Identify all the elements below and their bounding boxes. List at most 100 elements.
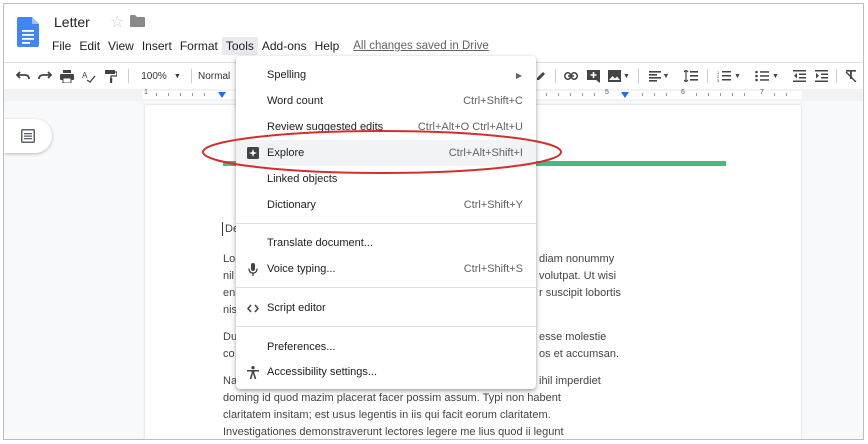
chevron-down-icon: ▼	[623, 72, 630, 80]
ruler-tick	[720, 93, 721, 96]
align-left-icon[interactable]: ▼	[646, 66, 672, 86]
ruler-number: 5	[605, 89, 609, 96]
menu-item-accessibility-settings[interactable]: Accessibility settings...	[236, 359, 536, 385]
paragraph-3-right: ihil imperdiet	[539, 373, 601, 390]
save-status-link[interactable]: All changes saved in Drive	[353, 40, 489, 52]
submenu-arrow-icon: ▶	[515, 70, 522, 80]
menu-item-shortcut: Ctrl+Shift+C	[463, 95, 523, 107]
menu-item-preferences[interactable]: Preferences...	[236, 334, 536, 360]
toolbar-divider	[128, 69, 129, 83]
indent-marker[interactable]	[218, 92, 226, 98]
menu-item-explore[interactable]: Explore Ctrl+Alt+Shift+I	[236, 140, 536, 166]
zoom-select[interactable]: 100% ▼	[138, 66, 184, 86]
menu-help[interactable]: Help	[311, 37, 344, 55]
menu-item-label: Linked objects	[267, 173, 338, 185]
ruler-tick	[666, 93, 667, 96]
link-icon[interactable]	[562, 66, 580, 86]
svg-text:3: 3	[717, 78, 720, 82]
text-cursor	[222, 222, 223, 236]
menu-item-label: Word count	[267, 95, 324, 107]
text-line: en	[223, 287, 236, 299]
ruler-tick	[570, 93, 571, 96]
ruler-number: 7	[760, 89, 764, 96]
toolbar-divider	[638, 69, 639, 83]
folder-icon[interactable]	[130, 15, 145, 27]
line-spacing-icon[interactable]	[682, 66, 700, 86]
chevron-down-icon: ▼	[734, 72, 741, 80]
ruler-tick	[642, 93, 643, 96]
add-comment-icon[interactable]	[584, 66, 602, 86]
decrease-indent-icon[interactable]	[790, 66, 808, 86]
spellcheck-icon[interactable]: A	[80, 66, 98, 86]
document-outline-button[interactable]	[4, 119, 52, 153]
menubar: File Edit View Insert Format Tools Add-o…	[48, 36, 489, 56]
google-docs-logo-icon[interactable]	[17, 17, 39, 47]
paragraph-2-right: esse molestie os et accumsan.	[539, 329, 619, 363]
paragraph-style-value: Normal	[198, 70, 231, 82]
chevron-down-icon: ▼	[173, 72, 181, 80]
menu-item-shortcut: Ctrl+Shift+Y	[463, 199, 523, 211]
menu-item-spelling[interactable]: Spelling ▶	[236, 62, 536, 88]
menu-item-dictionary[interactable]: Dictionary Ctrl+Shift+Y	[236, 192, 536, 218]
zoom-value: 100%	[141, 70, 167, 82]
document-title[interactable]: Letter	[54, 14, 90, 30]
paragraph-1: Lo nil en nis	[223, 251, 237, 319]
svg-text:A: A	[82, 71, 88, 80]
microphone-icon	[246, 262, 260, 276]
ruler-tick	[744, 93, 745, 96]
menu-edit[interactable]: Edit	[75, 37, 104, 55]
ruler-tick	[204, 93, 205, 96]
menu-item-voice-typing[interactable]: Voice typing... Ctrl+Shift+S	[236, 256, 536, 282]
ruler-tick	[582, 93, 583, 96]
pen-icon[interactable]	[534, 66, 548, 86]
ruler-tick	[696, 93, 697, 96]
ruler-number: 1	[144, 89, 148, 96]
menu-separator	[236, 326, 536, 327]
print-icon[interactable]	[58, 66, 76, 86]
app-window: Letter ☆ File Edit View Insert Format To…	[3, 3, 864, 440]
menu-insert[interactable]: Insert	[138, 37, 176, 55]
menu-view[interactable]: View	[104, 37, 138, 55]
clear-formatting-icon[interactable]	[842, 66, 860, 86]
right-indent-marker[interactable]	[621, 92, 629, 98]
menu-item-review-suggested-edits[interactable]: Review suggested edits Ctrl+Alt+O Ctrl+A…	[236, 114, 536, 140]
bulleted-list-icon[interactable]: ▼	[752, 66, 782, 86]
increase-indent-icon[interactable]	[812, 66, 830, 86]
text-line: doming id quod mazim placerat facer poss…	[223, 392, 561, 404]
text-line: os et accumsan.	[539, 348, 620, 360]
text-line: nil	[223, 270, 235, 282]
paragraph-style-select[interactable]: Normal	[198, 66, 236, 86]
menu-item-label: Preferences...	[267, 341, 336, 353]
menu-item-label: Accessibility settings...	[267, 366, 378, 378]
explore-icon	[246, 146, 260, 160]
redo-icon[interactable]	[36, 66, 54, 86]
menu-item-translate-document[interactable]: Translate document...	[236, 230, 536, 256]
paragraph-1-right: diam nonummy volutpat. Ut wisi r suscipi…	[539, 251, 621, 302]
numbered-list-icon[interactable]: 123 ▼	[714, 66, 744, 86]
menu-tools[interactable]: Tools	[221, 37, 258, 55]
insert-image-icon[interactable]: ▼	[606, 66, 632, 86]
menu-item-linked-objects[interactable]: Linked objects	[236, 166, 536, 192]
code-icon	[246, 301, 260, 315]
menu-item-script-editor[interactable]: Script editor	[236, 295, 536, 321]
menu-item-label: Voice typing...	[267, 263, 336, 275]
tools-menu: Spelling ▶ Word count Ctrl+Shift+C Revie…	[236, 56, 536, 389]
chevron-down-icon: ▼	[662, 72, 670, 80]
menu-item-word-count[interactable]: Word count Ctrl+Shift+C	[236, 88, 536, 114]
ruler-tick	[546, 93, 547, 96]
ruler-tick	[180, 93, 181, 96]
paint-format-icon[interactable]	[102, 66, 120, 86]
menu-separator	[236, 223, 536, 224]
menu-addons[interactable]: Add-ons	[258, 37, 311, 55]
text-line: diam nonummy	[539, 253, 615, 265]
menu-item-label: Dictionary	[267, 199, 316, 211]
ruler-tick	[654, 93, 655, 96]
menu-file[interactable]: File	[48, 37, 75, 55]
text-line: volutpat. Ut wisi	[539, 270, 617, 282]
ruler-tick	[192, 93, 193, 96]
ruler-tick	[558, 93, 559, 96]
menu-item-shortcut: Ctrl+Alt+Shift+I	[448, 147, 523, 159]
menu-format[interactable]: Format	[176, 37, 222, 55]
star-icon[interactable]: ☆	[110, 12, 124, 32]
undo-icon[interactable]	[14, 66, 32, 86]
